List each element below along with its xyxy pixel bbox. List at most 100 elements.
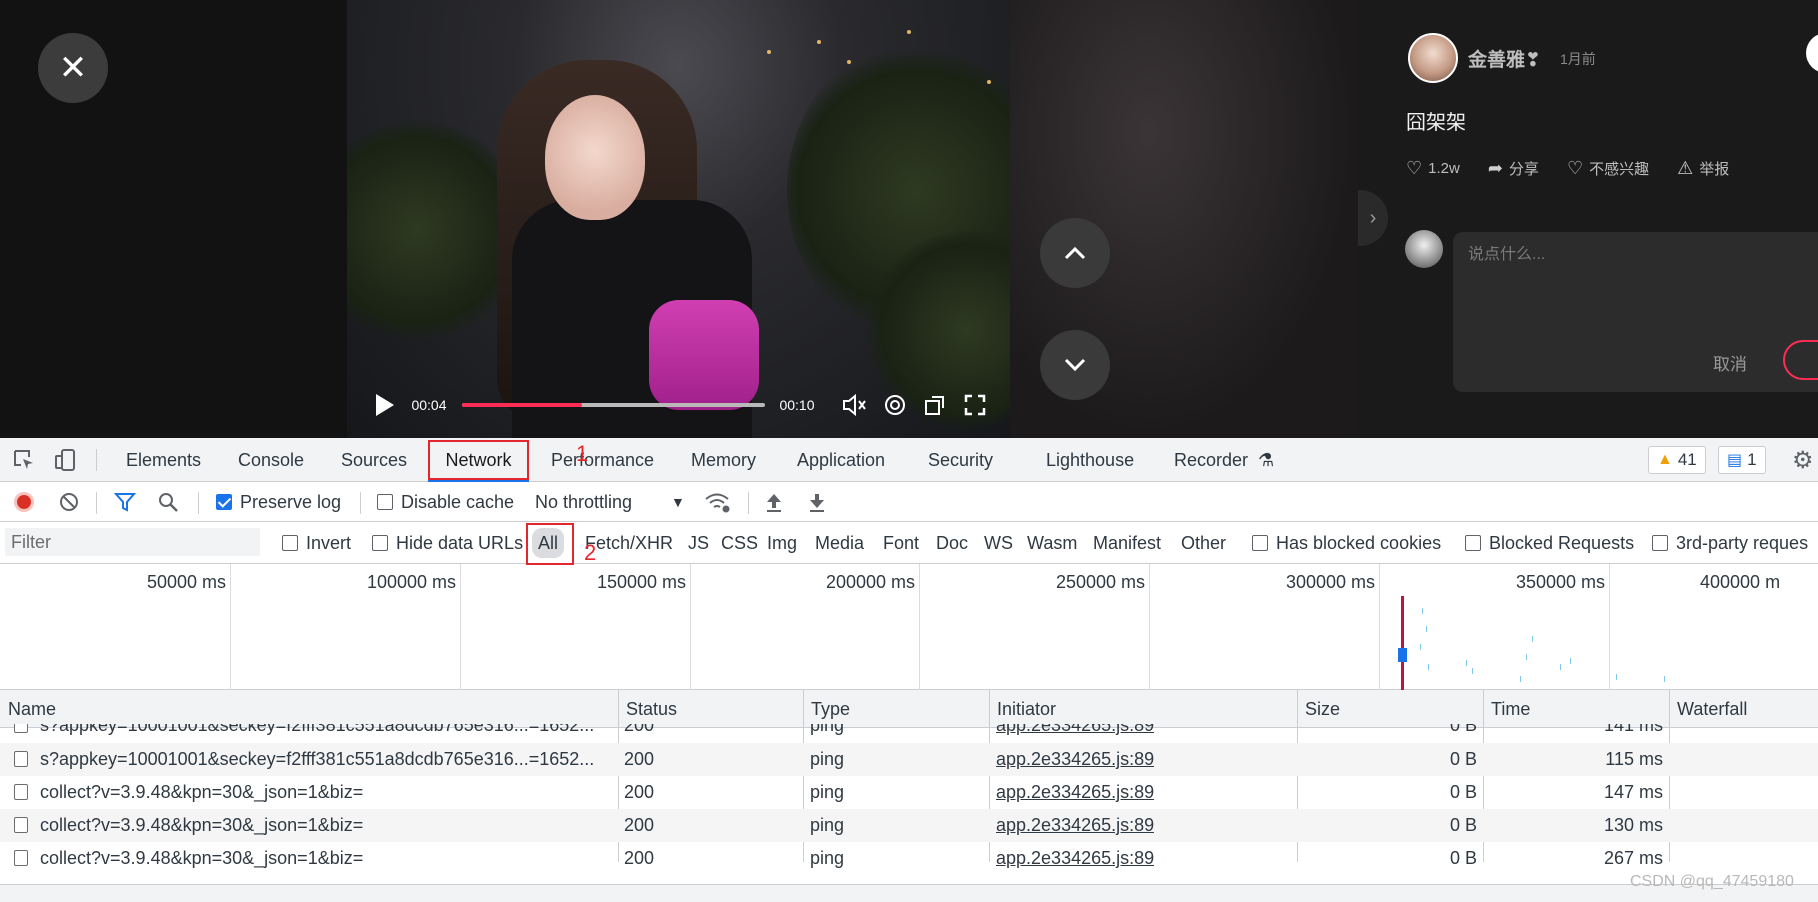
comment-input[interactable] (1468, 246, 1788, 264)
tab-sources[interactable]: Sources (341, 438, 407, 482)
column-header-waterfall[interactable]: Waterfall (1669, 690, 1747, 728)
toolbar-divider (360, 492, 361, 514)
report-button[interactable]: ⚠ 举报 (1677, 158, 1729, 179)
cancel-button[interactable]: 取消 (1713, 350, 1747, 375)
table-row[interactable]: collect?v=3.9.48&kpn=30&_json=1&biz= 200… (0, 842, 1818, 875)
request-initiator-link[interactable]: app.2e334265.js:89 (996, 776, 1154, 809)
previous-video-button[interactable] (1040, 218, 1110, 288)
request-initiator-link[interactable]: app.2e334265.js:89 (996, 743, 1154, 776)
request-initiator-link[interactable]: app.2e334265.js:89 (996, 809, 1154, 842)
type-filter-other[interactable]: Other (1178, 528, 1229, 558)
gear-icon[interactable]: ⚙ (1792, 446, 1814, 475)
close-icon: ✕ (58, 49, 88, 87)
request-size: 0 B (1449, 782, 1477, 802)
column-header-size[interactable]: Size (1297, 690, 1340, 728)
user-avatar (1405, 230, 1443, 268)
send-button[interactable] (1783, 340, 1818, 380)
duration: 00:10 (779, 397, 815, 413)
follow-button[interactable] (1806, 33, 1818, 73)
warnings-badge[interactable]: ▲ 41 (1648, 446, 1706, 474)
column-header-time[interactable]: Time (1483, 690, 1530, 728)
settings-icon (885, 395, 905, 415)
request-initiator-link[interactable]: app.2e334265.js:89 (996, 724, 1154, 742)
import-har-button[interactable] (764, 482, 784, 522)
author-avatar[interactable] (1408, 33, 1458, 83)
tab-memory[interactable]: Memory (691, 438, 756, 482)
blocked-requests-checkbox[interactable]: Blocked Requests (1465, 522, 1634, 564)
progress-bar[interactable] (462, 403, 765, 407)
filter-toggle-button[interactable] (114, 482, 136, 522)
filter-input[interactable] (5, 528, 260, 556)
clear-button[interactable] (58, 482, 80, 522)
fullscreen-button[interactable] (960, 387, 990, 423)
settings-button[interactable] (880, 387, 910, 423)
volume-button[interactable] (840, 387, 870, 423)
play-button[interactable] (372, 387, 398, 423)
column-header-name[interactable]: Name (0, 690, 56, 728)
video-player[interactable] (347, 0, 1010, 438)
request-size: 0 B (1449, 749, 1477, 769)
search-button[interactable] (157, 482, 179, 522)
like-button[interactable]: ♡ 1.2w (1406, 158, 1460, 179)
tab-lighthouse[interactable]: Lighthouse (1046, 438, 1134, 482)
table-row[interactable]: collect?v=3.9.48&kpn=30&_json=1&biz= 200… (0, 776, 1818, 809)
messages-badge[interactable]: ▤ 1 (1718, 446, 1766, 474)
invert-checkbox[interactable]: Invert (282, 522, 351, 564)
video-controls: 00:04 00:10 (362, 387, 1002, 423)
network-summary-bar (0, 884, 1818, 902)
overview-tick-label: 100000 ms (366, 572, 456, 592)
type-filter-ws[interactable]: WS (981, 528, 1016, 558)
tab-recorder[interactable]: Recorder (1174, 438, 1248, 482)
overview-tick-label: 350000 ms (1515, 572, 1605, 592)
next-video-button[interactable] (1040, 330, 1110, 400)
chevron-right-icon: › (1369, 206, 1377, 229)
pip-button[interactable] (920, 387, 950, 423)
type-filter-doc[interactable]: Doc (933, 528, 971, 558)
third-party-requests-checkbox[interactable]: 3rd-party reques (1652, 522, 1808, 564)
device-toolbar-button[interactable] (54, 438, 78, 482)
not-interested-button[interactable]: ♡ 不感兴趣 (1567, 158, 1649, 179)
share-button[interactable]: ➦ 分享 (1488, 158, 1539, 179)
column-header-status[interactable]: Status (618, 690, 677, 728)
request-tick (1532, 636, 1533, 642)
search-icon (159, 493, 178, 512)
tab-console[interactable]: Console (238, 438, 304, 482)
request-name: s?appkey=10001001&seckey=f2fff381c551a8d… (40, 724, 595, 735)
author-name[interactable]: 金善雅❣ (1468, 45, 1541, 72)
request-name: collect?v=3.9.48&kpn=30&_json=1&biz= (40, 815, 364, 835)
inspect-element-button[interactable] (12, 438, 36, 482)
has-blocked-cookies-checkbox[interactable]: Has blocked cookies (1252, 522, 1441, 564)
network-overview-timeline[interactable]: 50000 ms 100000 ms 150000 ms 200000 ms 2… (0, 564, 1818, 690)
tab-application[interactable]: Application (797, 438, 885, 482)
network-conditions-button[interactable] (704, 482, 732, 522)
table-row[interactable]: collect?v=3.9.48&kpn=30&_json=1&biz= 200… (0, 809, 1818, 842)
network-toolbar: Preserve log Disable cache No throttling… (0, 482, 1818, 522)
table-row[interactable]: s?appkey=10001001&seckey=f2fff381c551a8d… (0, 724, 1818, 744)
record-button[interactable] (14, 482, 34, 522)
hide-data-urls-checkbox[interactable]: Hide data URLs (372, 522, 523, 564)
disable-cache-checkbox[interactable]: Disable cache (377, 482, 514, 522)
close-button[interactable]: ✕ (38, 33, 108, 103)
type-filter-media[interactable]: Media (812, 528, 867, 558)
type-filter-font[interactable]: Font (880, 528, 922, 558)
tab-elements[interactable]: Elements (126, 438, 201, 482)
column-header-initiator[interactable]: Initiator (989, 690, 1056, 728)
toolbar-divider (198, 492, 199, 514)
type-filter-img[interactable]: Img (764, 528, 800, 558)
throttling-select[interactable]: No throttling ▼ (535, 482, 685, 522)
type-filter-js[interactable]: JS (685, 528, 712, 558)
table-row[interactable]: s?appkey=10001001&seckey=f2fff381c551a8d… (0, 743, 1818, 776)
type-filter-wasm[interactable]: Wasm (1024, 528, 1080, 558)
filter-bar: Invert Hide data URLs All Fetch/XHR JS C… (0, 522, 1818, 564)
like-count: 1.2w (1428, 160, 1460, 177)
request-initiator-link[interactable]: app.2e334265.js:89 (996, 842, 1154, 875)
type-filter-manifest[interactable]: Manifest (1090, 528, 1164, 558)
messages-count: 1 (1747, 450, 1757, 469)
tab-performance[interactable]: Performance (551, 438, 654, 482)
export-har-button[interactable] (807, 482, 827, 522)
tab-security[interactable]: Security (928, 438, 993, 482)
type-filter-css[interactable]: CSS (718, 528, 761, 558)
preserve-log-checkbox[interactable]: Preserve log (216, 482, 341, 522)
video-area: ✕ 00:04 00:10 (0, 0, 1358, 438)
column-header-type[interactable]: Type (803, 690, 850, 728)
